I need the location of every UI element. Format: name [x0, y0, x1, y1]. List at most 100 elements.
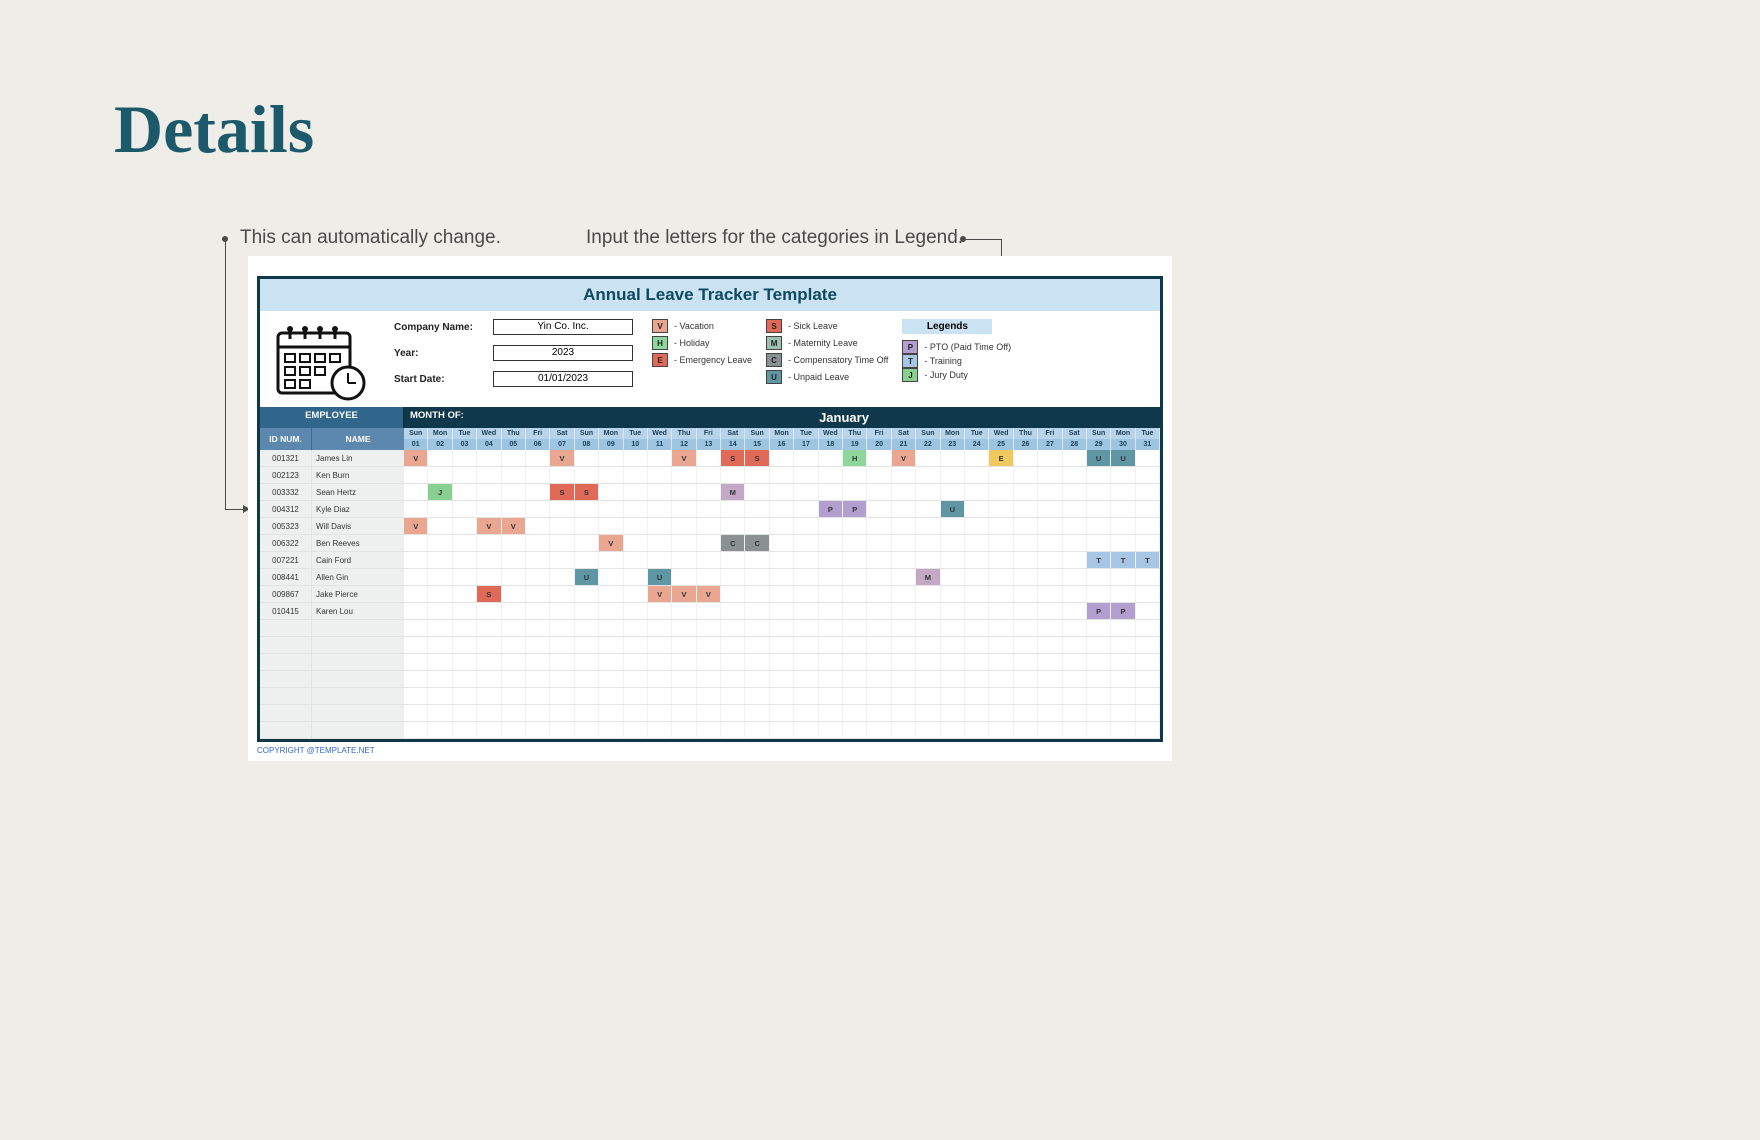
day-cell[interactable]: [697, 620, 721, 636]
day-cell[interactable]: [1087, 705, 1111, 721]
day-cell[interactable]: [672, 552, 696, 568]
day-cell[interactable]: [1111, 688, 1135, 704]
day-cell[interactable]: [892, 518, 916, 534]
day-cell[interactable]: [1063, 620, 1087, 636]
day-cell[interactable]: [404, 688, 428, 704]
day-cell[interactable]: [1136, 586, 1160, 602]
day-cell[interactable]: [672, 637, 696, 653]
day-cell[interactable]: [721, 654, 745, 670]
day-cell[interactable]: [599, 620, 623, 636]
day-cell[interactable]: [1014, 671, 1038, 687]
day-cell[interactable]: S: [721, 450, 745, 466]
day-cell[interactable]: [526, 603, 550, 619]
day-cell[interactable]: [428, 603, 452, 619]
day-cell[interactable]: [453, 450, 477, 466]
day-cell[interactable]: [550, 603, 574, 619]
day-cell[interactable]: [502, 484, 526, 500]
day-cell[interactable]: [526, 450, 550, 466]
day-cell[interactable]: [575, 722, 599, 738]
day-cell[interactable]: [745, 586, 769, 602]
day-cell[interactable]: [1087, 569, 1111, 585]
day-cell[interactable]: [697, 688, 721, 704]
day-cell[interactable]: [453, 484, 477, 500]
day-cell[interactable]: [1111, 586, 1135, 602]
day-cell[interactable]: [1087, 467, 1111, 483]
day-cell[interactable]: [453, 637, 477, 653]
day-cell[interactable]: [599, 552, 623, 568]
day-cell[interactable]: [526, 637, 550, 653]
day-cell[interactable]: [428, 467, 452, 483]
day-cell[interactable]: [672, 705, 696, 721]
day-cell[interactable]: [892, 620, 916, 636]
day-cell[interactable]: [599, 671, 623, 687]
day-cell[interactable]: [428, 586, 452, 602]
day-cell[interactable]: [1038, 671, 1062, 687]
day-cell[interactable]: [941, 569, 965, 585]
day-cell[interactable]: [843, 569, 867, 585]
day-cell[interactable]: [843, 722, 867, 738]
day-cell[interactable]: E: [989, 450, 1013, 466]
day-cell[interactable]: [1014, 620, 1038, 636]
day-cell[interactable]: [965, 688, 989, 704]
day-cell[interactable]: [550, 671, 574, 687]
day-cell[interactable]: [404, 484, 428, 500]
day-cell[interactable]: [721, 722, 745, 738]
day-cell[interactable]: [624, 705, 648, 721]
day-cell[interactable]: [1136, 637, 1160, 653]
day-cell[interactable]: [1063, 552, 1087, 568]
day-cell[interactable]: [794, 654, 818, 670]
day-cell[interactable]: [648, 603, 672, 619]
day-cell[interactable]: [941, 654, 965, 670]
day-cell[interactable]: [697, 535, 721, 551]
day-cell[interactable]: [819, 654, 843, 670]
day-cell[interactable]: [989, 620, 1013, 636]
day-cell[interactable]: V: [404, 450, 428, 466]
day-cell[interactable]: [867, 722, 891, 738]
day-cell[interactable]: [1038, 620, 1062, 636]
day-cell[interactable]: [502, 450, 526, 466]
day-cell[interactable]: [1136, 620, 1160, 636]
day-cell[interactable]: [916, 535, 940, 551]
day-cell[interactable]: [965, 722, 989, 738]
day-cell[interactable]: T: [1136, 552, 1160, 568]
day-cell[interactable]: [867, 671, 891, 687]
day-cell[interactable]: [965, 586, 989, 602]
day-cell[interactable]: [892, 552, 916, 568]
day-cell[interactable]: [1038, 552, 1062, 568]
day-cell[interactable]: M: [916, 569, 940, 585]
day-cell[interactable]: [721, 501, 745, 517]
day-cell[interactable]: [770, 671, 794, 687]
day-cell[interactable]: U: [575, 569, 599, 585]
day-cell[interactable]: [624, 535, 648, 551]
day-cell[interactable]: U: [1087, 450, 1111, 466]
day-cell[interactable]: [965, 535, 989, 551]
day-cell[interactable]: S: [575, 484, 599, 500]
day-cell[interactable]: [1014, 518, 1038, 534]
day-cell[interactable]: [916, 586, 940, 602]
day-cell[interactable]: [428, 569, 452, 585]
day-cell[interactable]: [843, 654, 867, 670]
day-cell[interactable]: [404, 467, 428, 483]
day-cell[interactable]: [1063, 501, 1087, 517]
day-cell[interactable]: [770, 705, 794, 721]
day-cell[interactable]: C: [721, 535, 745, 551]
day-cell[interactable]: [1063, 586, 1087, 602]
day-cell[interactable]: [428, 654, 452, 670]
day-cell[interactable]: [989, 603, 1013, 619]
day-cell[interactable]: [770, 603, 794, 619]
day-cell[interactable]: [1038, 501, 1062, 517]
day-cell[interactable]: [721, 671, 745, 687]
day-cell[interactable]: [526, 586, 550, 602]
day-cell[interactable]: [1111, 620, 1135, 636]
day-cell[interactable]: [721, 603, 745, 619]
day-cell[interactable]: [1014, 705, 1038, 721]
day-cell[interactable]: [1063, 518, 1087, 534]
day-cell[interactable]: [916, 705, 940, 721]
day-cell[interactable]: [453, 518, 477, 534]
day-cell[interactable]: [453, 586, 477, 602]
day-cell[interactable]: [941, 722, 965, 738]
day-cell[interactable]: [477, 620, 501, 636]
day-cell[interactable]: [1087, 654, 1111, 670]
day-cell[interactable]: [624, 637, 648, 653]
day-cell[interactable]: [575, 637, 599, 653]
